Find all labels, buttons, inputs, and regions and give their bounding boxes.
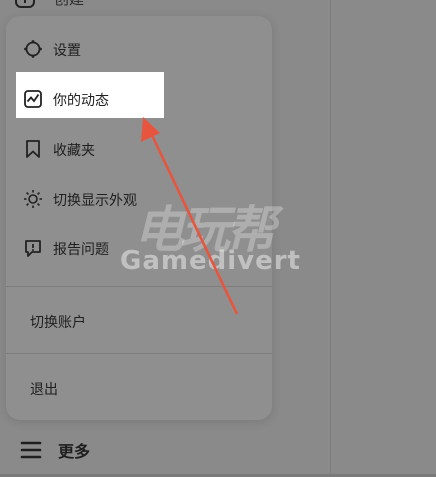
- create-label: 创建: [54, 0, 84, 9]
- menu-item-settings[interactable]: 设置: [0, 27, 266, 71]
- report-icon: [25, 240, 41, 257]
- menu-item-appearance[interactable]: 切换显示外观: [0, 177, 266, 221]
- activity-icon: [24, 90, 42, 108]
- menu-item-report[interactable]: 报告问题: [0, 226, 266, 270]
- more-button[interactable]: 更多: [20, 436, 90, 464]
- menu-item-label: 设置: [53, 43, 81, 59]
- menu-item-label: 你的动态: [53, 93, 109, 109]
- menu-item-label: 切换显示外观: [53, 193, 137, 209]
- create-icon: [15, 0, 35, 8]
- create-item[interactable]: 创建: [14, 0, 84, 10]
- more-label: 更多: [58, 442, 91, 461]
- sun-icon: [24, 190, 42, 208]
- menu-item-bookmarks[interactable]: 收藏夹: [0, 127, 266, 171]
- gear-icon: [24, 40, 42, 58]
- bookmark-icon: [26, 140, 40, 158]
- menu-item-label: 报告问题: [53, 242, 109, 258]
- menu-separator: [6, 353, 272, 354]
- menu-item-label: 收藏夹: [53, 143, 95, 159]
- menu-item-switch-account[interactable]: 切换账户: [0, 299, 266, 343]
- menu-item-logout[interactable]: 退出: [0, 366, 266, 410]
- menu-item-activity[interactable]: 你的动态: [0, 77, 266, 121]
- content-divider: [330, 0, 331, 477]
- menu-separator: [6, 286, 272, 287]
- menu-item-label: 退出: [30, 382, 58, 398]
- menu-item-label: 切换账户: [30, 315, 86, 331]
- menu-icon: [20, 441, 42, 459]
